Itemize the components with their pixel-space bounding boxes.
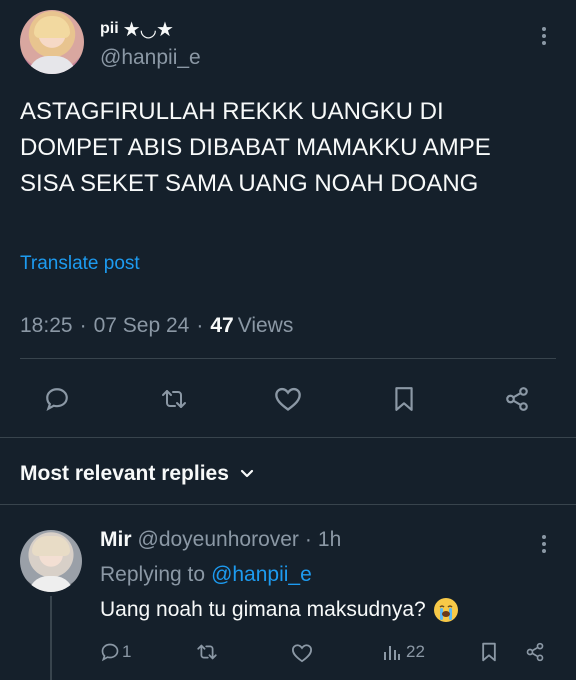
translate-post-link[interactable]: Translate post <box>20 253 140 275</box>
author-handle[interactable]: @hanpii_e <box>100 46 201 70</box>
divider <box>0 437 576 438</box>
tweet-meta: 18:25 · 07 Sep 24 · 47 Views <box>20 314 293 338</box>
bookmark-icon[interactable] <box>390 384 418 414</box>
reply-reply-count: 1 <box>122 642 132 661</box>
retweet-icon[interactable] <box>195 642 219 662</box>
reply-author-avatar[interactable] <box>20 530 82 592</box>
views-label: Views <box>237 314 294 337</box>
reply-more-options-icon[interactable] <box>541 535 547 553</box>
tweet-text: ASTAGFIRULLAH REKKK UANGKU DI DOMPET ABI… <box>20 98 491 197</box>
meta-separator: · <box>196 314 204 337</box>
more-options-icon[interactable] <box>541 27 547 45</box>
reply-text: Uang noah tu gimana maksudnya? <box>100 598 426 621</box>
reply-time[interactable]: 1h <box>318 528 341 552</box>
replies-sort-label: Most relevant replies <box>20 462 229 485</box>
tweet-date[interactable]: 07 Sep 24 <box>94 314 190 338</box>
reply-views-action[interactable]: 22 <box>382 642 425 662</box>
views-count[interactable]: 47 <box>210 314 233 338</box>
reply-separator: · <box>304 528 312 551</box>
author-name-symbols: ★◡★ <box>122 17 174 41</box>
bookmark-icon[interactable] <box>480 642 498 662</box>
author-avatar[interactable] <box>20 10 84 74</box>
tweet-time[interactable]: 18:25 <box>20 314 73 338</box>
replying-to-label: Replying to <box>100 563 206 586</box>
divider <box>0 504 576 505</box>
replying-to-handle[interactable]: @hanpii_e <box>211 563 312 587</box>
like-icon[interactable] <box>291 643 313 663</box>
reply-header: Mir @doyeunhorover · 1h <box>100 528 341 552</box>
retweet-icon[interactable] <box>158 384 190 414</box>
share-icon[interactable] <box>524 642 546 662</box>
reply-icon[interactable] <box>42 384 72 414</box>
reply-author-name[interactable]: Mir <box>100 528 132 552</box>
bar-chart-icon <box>382 642 402 662</box>
thread-line <box>50 596 52 680</box>
loudly-crying-face-emoji <box>433 598 458 622</box>
reply-author-handle[interactable]: @doyeunhorover <box>138 528 299 552</box>
author-name[interactable]: pii <box>100 20 119 38</box>
reply-icon <box>100 642 120 662</box>
reply-text-row: Uang noah tu gimana maksudnya? <box>100 598 458 622</box>
replying-to: Replying to @hanpii_e <box>100 563 312 587</box>
replies-sort-dropdown[interactable]: Most relevant replies <box>20 462 255 486</box>
chevron-down-icon <box>239 468 255 480</box>
reply-reply-action[interactable]: 1 <box>100 642 131 662</box>
like-icon[interactable] <box>273 384 303 414</box>
reply-views-count: 22 <box>406 642 425 661</box>
share-icon[interactable] <box>502 384 532 414</box>
meta-separator: · <box>79 314 87 337</box>
divider <box>20 358 556 359</box>
